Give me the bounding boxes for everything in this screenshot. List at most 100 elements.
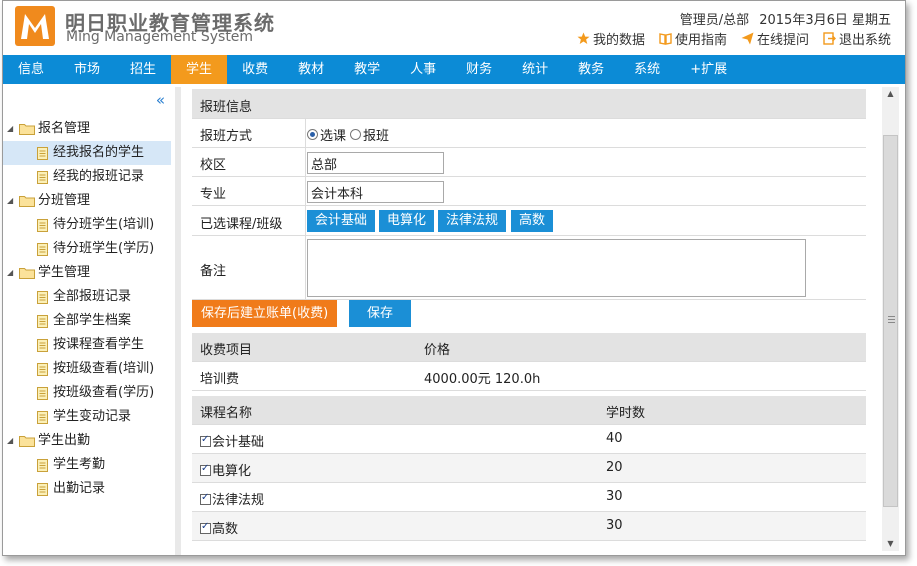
document-icon [37,146,48,160]
nav-item-stats[interactable]: 统计 [507,55,563,84]
nav-item-fees[interactable]: 收费 [227,55,283,84]
tree-item-label: 按班级查看(学历) [53,385,155,400]
online-question-label: 在线提问 [756,33,809,48]
table-row: 电算化 20 [192,454,866,483]
nav-item-system[interactable]: 系统 [619,55,675,84]
main-content: 报班信息 报班方式 选课 报班 校区 专业 [192,89,868,551]
fee-item: 培训费 [200,372,240,387]
scroll-up-arrow-icon[interactable]: ▲ [882,87,899,101]
nav-item-info[interactable]: 信息 [3,55,59,84]
nav-item-extend[interactable]: +扩展 [675,55,742,84]
nav-item-market[interactable]: 市场 [59,55,115,84]
app-logo [15,6,55,46]
tree-item-my-class-records[interactable]: 经我的报班记录 [3,165,171,189]
form-row-courses: 已选课程/班级 会计基础 电算化 法律法规 高数 [192,206,866,236]
nav-item-student[interactable]: 学生 [171,55,228,84]
course-hours: 30 [606,518,623,533]
tree-group-enrollment[interactable]: ◢ 报名管理 [3,117,171,141]
course-tag-law[interactable]: 法律法规 [438,210,507,232]
form-row-method: 报班方式 选课 报班 [192,119,866,148]
expand-triangle-icon: ◢ [7,196,14,205]
radio-select-course[interactable]: 选课 [307,125,346,144]
course-checkbox[interactable] [200,521,211,534]
document-icon [37,362,48,376]
radio-button[interactable] [307,129,318,140]
radio-select-class[interactable]: 报班 [350,125,389,144]
tree-item-label: 待分班学生(学历) [53,241,155,256]
tree-item-my-enrolled-students[interactable]: 经我报名的学生 [3,141,171,165]
tree-group-attendance[interactable]: ◢ 学生出勤 [3,429,171,453]
tree-item-label: 学生变动记录 [53,409,132,424]
tree-item-student-attendance[interactable]: 学生考勤 [3,453,171,477]
nav-item-academic[interactable]: 教务 [563,55,619,84]
table-row: 会计基础 40 [192,425,866,454]
major-input[interactable] [307,181,444,203]
campus-label: 校区 [200,158,227,173]
course-tag-accounting[interactable]: 会计基础 [307,210,376,232]
nav-item-finance[interactable]: 财务 [451,55,507,84]
nav-item-teaching[interactable]: 教学 [339,55,395,84]
course-col-name: 课程名称 [200,406,253,421]
user-guide-label: 使用指南 [674,33,727,48]
top-links: 我的数据 使用指南 在线提问 退出系统 [577,29,891,48]
online-question-link[interactable]: 在线提问 [741,29,809,48]
tree-item-pending-degree[interactable]: 待分班学生(学历) [3,237,171,261]
tree-item-label: 出勤记录 [53,481,106,496]
my-data-link[interactable]: 我的数据 [577,29,645,48]
nav-item-materials[interactable]: 教材 [283,55,339,84]
tree-group-label: 学生出勤 [38,433,91,448]
tree-group-class-assignment[interactable]: ◢ 分班管理 [3,189,171,213]
form-row-major: 专业 [192,177,866,206]
course-table-header: 课程名称 学时数 [192,396,866,425]
tree-item-label: 按班级查看(培训) [53,361,155,376]
course-name-cell: 法律法规 [200,489,264,508]
campus-input[interactable] [307,152,444,174]
nav-item-enrollment[interactable]: 招生 [115,55,171,84]
course-checkbox[interactable] [200,492,211,505]
tree-item-label: 待分班学生(培训) [53,217,155,232]
course-col-hours: 学时数 [606,406,646,421]
radio-button[interactable] [350,129,362,140]
tree-item-label: 经我报名的学生 [53,145,145,160]
section-title: 报班信息 [200,100,253,115]
course-tag-math[interactable]: 高数 [511,210,554,232]
tree-item-all-student-files[interactable]: 全部学生档案 [3,309,171,333]
tree-item-attendance-records[interactable]: 出勤记录 [3,477,171,501]
document-icon [37,458,48,472]
folder-icon [19,124,35,135]
tree-item-by-class-training[interactable]: 按班级查看(培训) [3,357,171,381]
sidebar-splitter[interactable] [175,87,181,555]
tree-group-student-management[interactable]: ◢ 学生管理 [3,261,171,285]
main-nav: 信息 市场 招生 学生 收费 教材 教学 人事 财务 统计 教务 系统 +扩展 [3,55,905,84]
tree-item-by-class-degree[interactable]: 按班级查看(学历) [3,381,171,405]
send-icon [741,32,754,45]
nav-item-hr[interactable]: 人事 [395,55,451,84]
course-checkbox[interactable] [200,434,211,447]
user-guide-link[interactable]: 使用指南 [659,29,727,48]
scroll-thumb[interactable] [883,135,898,507]
fee-col-price: 价格 [424,343,451,358]
tree-item-all-class-records[interactable]: 全部报班记录 [3,285,171,309]
save-button[interactable]: 保存 [349,300,411,327]
scroll-down-arrow-icon[interactable]: ▼ [882,537,899,551]
folder-icon [19,196,35,207]
save-and-create-bill-button[interactable]: 保存后建立账单(收费) [192,300,338,327]
collapse-sidebar-button[interactable]: « [156,91,165,109]
tree-item-pending-training[interactable]: 待分班学生(培训) [3,213,171,237]
courses-label: 已选课程/班级 [200,217,283,232]
radio-label: 选课 [320,129,347,144]
course-tag-computerized[interactable]: 电算化 [379,210,435,232]
fee-price: 4000.00元 120.0h [424,372,541,387]
course-hours: 40 [606,431,623,446]
remark-textarea[interactable] [307,239,806,297]
app-subtitle: Ming Management System [66,29,254,45]
form-row-remark: 备注 [192,236,866,300]
course-checkbox[interactable] [200,463,211,476]
radio-label: 报班 [363,129,390,144]
app-window: 明日职业教育管理系统 Ming Management System 管理员/总部… [2,0,906,556]
document-icon [37,170,48,184]
logout-link[interactable]: 退出系统 [823,29,891,48]
tree-item-student-changes[interactable]: 学生变动记录 [3,405,171,429]
tree-item-students-by-course[interactable]: 按课程查看学生 [3,333,171,357]
vertical-scrollbar[interactable]: ▲ ▼ [882,87,899,551]
